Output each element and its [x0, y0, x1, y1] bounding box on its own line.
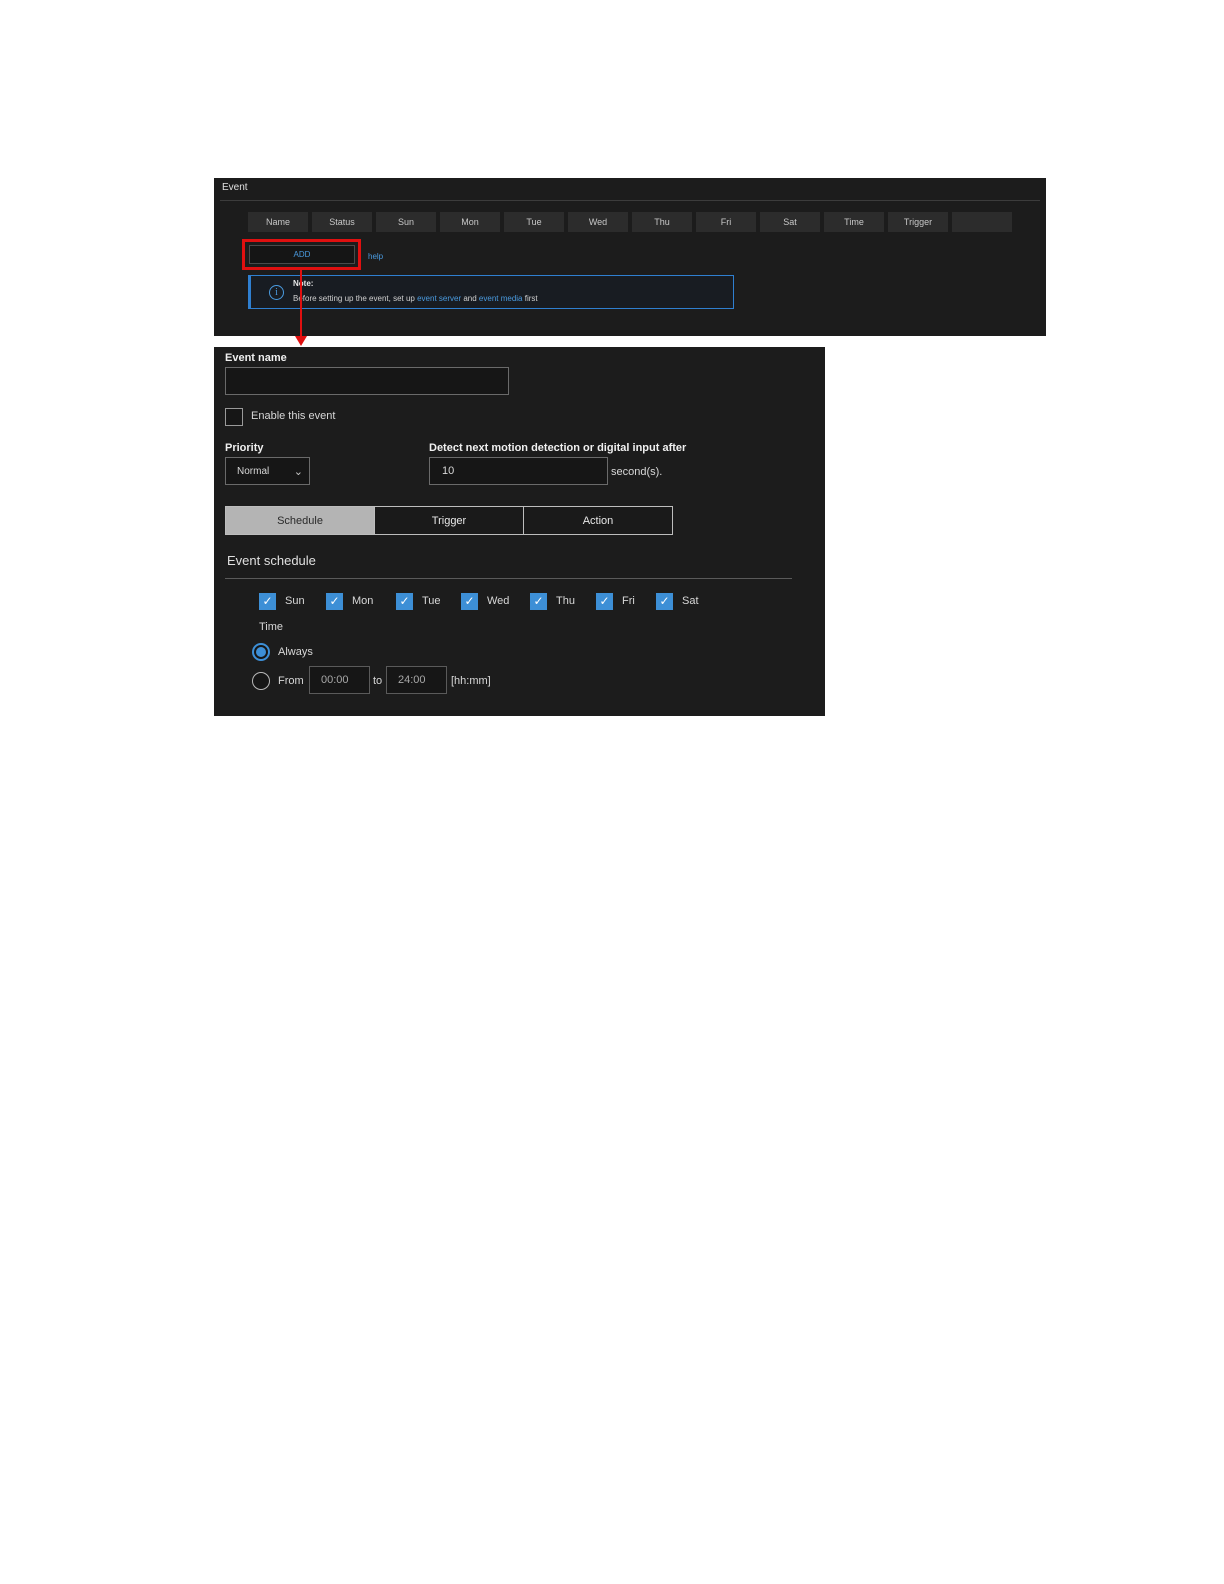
day-label: Sun: [285, 595, 305, 607]
from-label: From: [278, 675, 304, 687]
event-server-link[interactable]: event server: [417, 294, 461, 303]
day-checkbox-tue[interactable]: ✓ Tue: [396, 592, 441, 610]
column-header-trigger[interactable]: Trigger: [888, 212, 948, 232]
column-header-sun[interactable]: Sun: [376, 212, 436, 232]
column-header-status[interactable]: Status: [312, 212, 372, 232]
note-text-after: first: [522, 294, 538, 303]
always-radio[interactable]: [252, 643, 270, 661]
column-header-sat[interactable]: Sat: [760, 212, 820, 232]
day-label: Tue: [422, 595, 441, 607]
day-checkbox-sun[interactable]: ✓ Sun: [259, 592, 305, 610]
event-list-panel: Event Name Status Sun Mon Tue Wed Thu Fr…: [214, 178, 1046, 336]
priority-label: Priority: [225, 442, 264, 454]
info-icon: i: [269, 285, 284, 300]
day-checkbox-thu[interactable]: ✓ Thu: [530, 592, 575, 610]
note-text-and: and: [461, 294, 479, 303]
event-media-link[interactable]: event media: [479, 294, 523, 303]
detect-interval-input[interactable]: 10: [429, 457, 608, 485]
divider: [220, 200, 1040, 201]
checkmark-icon: ✓: [259, 592, 276, 610]
time-option-always[interactable]: Always: [252, 643, 313, 661]
help-link[interactable]: help: [368, 252, 383, 261]
seconds-label: second(s).: [611, 466, 663, 478]
event-name-input[interactable]: [225, 367, 509, 395]
from-radio[interactable]: [252, 672, 270, 690]
day-label: Wed: [487, 595, 510, 607]
day-label: Sat: [682, 595, 699, 607]
event-form-panel: Event name Enable this event Priority No…: [214, 347, 825, 716]
to-time-input[interactable]: 24:00: [386, 666, 447, 694]
event-name-label: Event name: [225, 352, 287, 364]
chevron-down-icon: ⌄: [293, 466, 303, 478]
column-header-name[interactable]: Name: [248, 212, 308, 232]
column-header-thu[interactable]: Thu: [632, 212, 692, 232]
priority-value: Normal: [237, 465, 270, 477]
column-header-mon[interactable]: Mon: [440, 212, 500, 232]
checkmark-icon: ✓: [326, 592, 343, 610]
column-header-fri[interactable]: Fri: [696, 212, 756, 232]
time-label: Time: [259, 621, 284, 633]
day-checkbox-fri[interactable]: ✓ Fri: [596, 592, 635, 610]
note-title: Note:: [293, 279, 314, 288]
note-text-before: Before setting up the event, set up: [293, 294, 418, 303]
day-checkbox-mon[interactable]: ✓ Mon: [326, 592, 373, 610]
checkmark-icon: ✓: [461, 592, 478, 610]
time-format-label: [hh:mm]: [451, 675, 491, 687]
event-table-header: Name Status Sun Mon Tue Wed Thu Fri Sat …: [248, 212, 1012, 232]
column-header-time[interactable]: Time: [824, 212, 884, 232]
callout-arrow-head: [295, 336, 307, 346]
from-time-input[interactable]: 00:00: [309, 666, 370, 694]
add-event-button[interactable]: ADD: [249, 245, 355, 264]
column-header-wed[interactable]: Wed: [568, 212, 628, 232]
day-label: Fri: [622, 595, 635, 607]
enable-event-label: Enable this event: [251, 410, 336, 422]
callout-arrow-line: [300, 270, 302, 337]
checkmark-icon: ✓: [596, 592, 613, 610]
panel-title: Event: [222, 182, 248, 193]
checkmark-icon: ✓: [656, 592, 673, 610]
priority-select[interactable]: Normal ⌄: [225, 457, 310, 485]
divider: [225, 578, 792, 579]
to-label: to: [373, 675, 383, 687]
column-header-blank: [952, 212, 1012, 232]
detect-interval-label: Detect next motion detection or digital …: [429, 442, 687, 454]
checkmark-icon: ✓: [396, 592, 413, 610]
column-header-tue[interactable]: Tue: [504, 212, 564, 232]
event-schedule-title: Event schedule: [227, 553, 316, 568]
enable-event-checkbox[interactable]: [225, 408, 243, 426]
day-checkbox-sat[interactable]: ✓ Sat: [656, 592, 699, 610]
day-checkbox-wed[interactable]: ✓ Wed: [461, 592, 509, 610]
day-label: Thu: [556, 595, 575, 607]
tab-schedule[interactable]: Schedule: [225, 506, 375, 535]
tab-trigger[interactable]: Trigger: [374, 506, 524, 535]
day-label: Mon: [352, 595, 374, 607]
note-text: Before setting up the event, set up even…: [293, 294, 538, 303]
tab-action[interactable]: Action: [523, 506, 673, 535]
time-option-from[interactable]: From: [252, 672, 304, 690]
note-box: i Note: Before setting up the event, set…: [248, 275, 734, 309]
checkmark-icon: ✓: [530, 592, 547, 610]
always-label: Always: [278, 646, 313, 658]
tab-bar: Schedule Trigger Action: [225, 506, 673, 535]
